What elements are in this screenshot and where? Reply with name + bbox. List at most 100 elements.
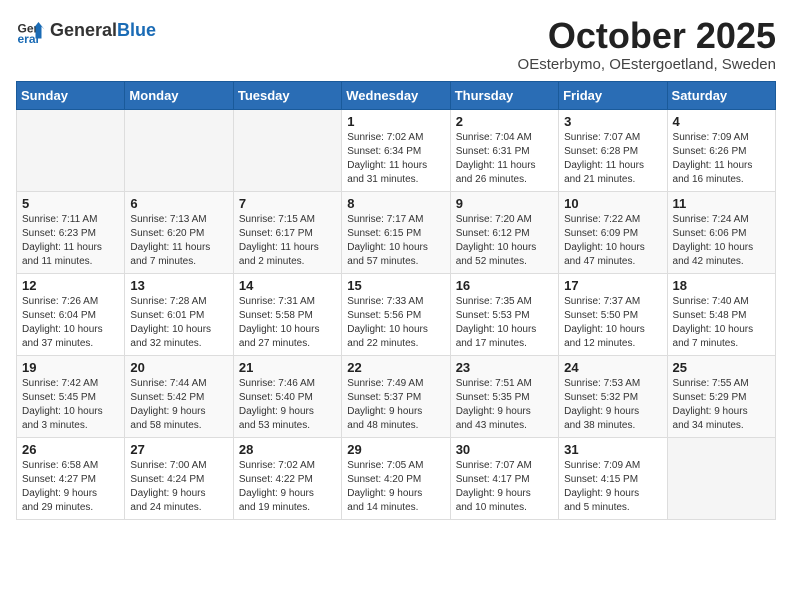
calendar-cell: 9 Sunrise: 7:20 AM Sunset: 6:12 PM Daylig… [450,191,558,273]
day-info: Sunrise: 7:35 AM Sunset: 5:53 PM Dayligh… [456,295,553,351]
calendar: SundayMondayTuesdayWednesdayThursdayFrid… [16,81,776,520]
calendar-cell: 18 Sunrise: 7:40 AM Sunset: 5:48 PM Dayli… [667,273,775,355]
day-number: 9 [456,196,553,211]
day-number: 6 [130,196,227,211]
logo-icon: Gen eral [16,16,46,46]
day-info: Sunrise: 7:46 AM Sunset: 5:40 PM Dayligh… [239,377,336,433]
calendar-cell: 10Sunrise: 7:22 AM Sunset: 6:09 PM Dayli… [559,191,667,273]
day-info: Sunrise: 7:09 AM Sunset: 4:15 PM Dayligh… [564,459,661,515]
day-info: Sunrise: 7:33 AM Sunset: 5:56 PM Dayligh… [347,295,444,351]
day-info: Sunrise: 7:24 AM Sunset: 6:06 PM Dayligh… [673,213,770,269]
calendar-cell: 14 Sunrise: 7:31 AM Sunset: 5:58 PM Dayli… [233,273,341,355]
calendar-cell: 13Sunrise: 7:28 AM Sunset: 6:01 PM Dayli… [125,273,233,355]
day-number: 5 [22,196,119,211]
weekday-header: Tuesday [233,81,341,109]
weekday-header: Monday [125,81,233,109]
weekday-header: Saturday [667,81,775,109]
day-info: Sunrise: 7:05 AM Sunset: 4:20 PM Dayligh… [347,459,444,515]
calendar-cell [667,437,775,519]
calendar-cell [233,109,341,191]
day-number: 31 [564,442,661,457]
calendar-cell: 17Sunrise: 7:37 AM Sunset: 5:50 PM Dayli… [559,273,667,355]
month-title: October 2025 [518,16,776,56]
day-info: Sunrise: 7:20 AM Sunset: 6:12 PM Dayligh… [456,213,553,269]
day-number: 15 [347,278,444,293]
day-info: Sunrise: 7:04 AM Sunset: 6:31 PM Dayligh… [456,131,553,187]
day-number: 1 [347,114,444,129]
calendar-cell: 5Sunrise: 7:11 AM Sunset: 6:23 PM Daylig… [17,191,125,273]
day-number: 12 [22,278,119,293]
day-info: Sunrise: 7:09 AM Sunset: 6:26 PM Dayligh… [673,131,770,187]
day-number: 28 [239,442,336,457]
day-info: Sunrise: 7:31 AM Sunset: 5:58 PM Dayligh… [239,295,336,351]
calendar-cell: 20 Sunrise: 7:44 AM Sunset: 5:42 PM Dayli… [125,355,233,437]
day-number: 4 [673,114,770,129]
day-info: Sunrise: 7:07 AM Sunset: 4:17 PM Dayligh… [456,459,553,515]
calendar-cell: 11 Sunrise: 7:24 AM Sunset: 6:06 PM Dayli… [667,191,775,273]
calendar-cell: 29 Sunrise: 7:05 AM Sunset: 4:20 PM Dayli… [342,437,450,519]
day-number: 25 [673,360,770,375]
day-info: Sunrise: 7:15 AM Sunset: 6:17 PM Dayligh… [239,213,336,269]
day-info: Sunrise: 7:44 AM Sunset: 5:42 PM Dayligh… [130,377,227,433]
day-number: 23 [456,360,553,375]
calendar-cell: 1 Sunrise: 7:02 AM Sunset: 6:34 PM Daylig… [342,109,450,191]
day-info: Sunrise: 7:51 AM Sunset: 5:35 PM Dayligh… [456,377,553,433]
day-number: 27 [130,442,227,457]
logo-general: General [50,20,117,40]
calendar-cell: 24Sunrise: 7:53 AM Sunset: 5:32 PM Dayli… [559,355,667,437]
calendar-cell: 25 Sunrise: 7:55 AM Sunset: 5:29 PM Dayli… [667,355,775,437]
day-number: 13 [130,278,227,293]
calendar-cell: 19Sunrise: 7:42 AM Sunset: 5:45 PM Dayli… [17,355,125,437]
title-area: October 2025 OEsterbymo, OEstergoetland,… [518,16,776,73]
calendar-cell: 3 Sunrise: 7:07 AM Sunset: 6:28 PM Daylig… [559,109,667,191]
calendar-cell: 4 Sunrise: 7:09 AM Sunset: 6:26 PM Daylig… [667,109,775,191]
calendar-week-row: 26Sunrise: 6:58 AM Sunset: 4:27 PM Dayli… [17,437,776,519]
calendar-week-row: 1 Sunrise: 7:02 AM Sunset: 6:34 PM Daylig… [17,109,776,191]
calendar-cell [125,109,233,191]
day-number: 3 [564,114,661,129]
day-number: 29 [347,442,444,457]
calendar-cell: 22Sunrise: 7:49 AM Sunset: 5:37 PM Dayli… [342,355,450,437]
day-number: 24 [564,360,661,375]
calendar-cell: 8Sunrise: 7:17 AM Sunset: 6:15 PM Daylig… [342,191,450,273]
calendar-week-row: 12 Sunrise: 7:26 AM Sunset: 6:04 PM Dayli… [17,273,776,355]
calendar-cell: 30 Sunrise: 7:07 AM Sunset: 4:17 PM Dayli… [450,437,558,519]
calendar-cell [17,109,125,191]
day-info: Sunrise: 7:02 AM Sunset: 6:34 PM Dayligh… [347,131,444,187]
calendar-cell: 7 Sunrise: 7:15 AM Sunset: 6:17 PM Daylig… [233,191,341,273]
calendar-cell: 16 Sunrise: 7:35 AM Sunset: 5:53 PM Dayli… [450,273,558,355]
day-number: 8 [347,196,444,211]
day-info: Sunrise: 7:55 AM Sunset: 5:29 PM Dayligh… [673,377,770,433]
day-number: 10 [564,196,661,211]
day-number: 2 [456,114,553,129]
day-number: 7 [239,196,336,211]
day-number: 20 [130,360,227,375]
day-info: Sunrise: 7:40 AM Sunset: 5:48 PM Dayligh… [673,295,770,351]
calendar-week-row: 5Sunrise: 7:11 AM Sunset: 6:23 PM Daylig… [17,191,776,273]
calendar-cell: 26Sunrise: 6:58 AM Sunset: 4:27 PM Dayli… [17,437,125,519]
logo: Gen eral GeneralBlue [16,16,156,46]
calendar-cell: 2 Sunrise: 7:04 AM Sunset: 6:31 PM Daylig… [450,109,558,191]
location-title: OEsterbymo, OEstergoetland, Sweden [518,56,776,73]
day-info: Sunrise: 7:13 AM Sunset: 6:20 PM Dayligh… [130,213,227,269]
day-number: 16 [456,278,553,293]
calendar-cell: 28Sunrise: 7:02 AM Sunset: 4:22 PM Dayli… [233,437,341,519]
day-info: Sunrise: 7:07 AM Sunset: 6:28 PM Dayligh… [564,131,661,187]
logo-text: GeneralBlue [50,21,156,41]
page-header: Gen eral GeneralBlue October 2025 OEster… [16,16,776,73]
calendar-cell: 23 Sunrise: 7:51 AM Sunset: 5:35 PM Dayli… [450,355,558,437]
calendar-cell: 31 Sunrise: 7:09 AM Sunset: 4:15 PM Dayli… [559,437,667,519]
day-number: 14 [239,278,336,293]
day-number: 30 [456,442,553,457]
calendar-cell: 15 Sunrise: 7:33 AM Sunset: 5:56 PM Dayli… [342,273,450,355]
day-number: 11 [673,196,770,211]
day-info: Sunrise: 7:00 AM Sunset: 4:24 PM Dayligh… [130,459,227,515]
day-info: Sunrise: 6:58 AM Sunset: 4:27 PM Dayligh… [22,459,119,515]
weekday-header: Sunday [17,81,125,109]
day-info: Sunrise: 7:26 AM Sunset: 6:04 PM Dayligh… [22,295,119,351]
day-info: Sunrise: 7:42 AM Sunset: 5:45 PM Dayligh… [22,377,119,433]
weekday-header: Friday [559,81,667,109]
day-number: 18 [673,278,770,293]
day-info: Sunrise: 7:49 AM Sunset: 5:37 PM Dayligh… [347,377,444,433]
calendar-week-row: 19Sunrise: 7:42 AM Sunset: 5:45 PM Dayli… [17,355,776,437]
